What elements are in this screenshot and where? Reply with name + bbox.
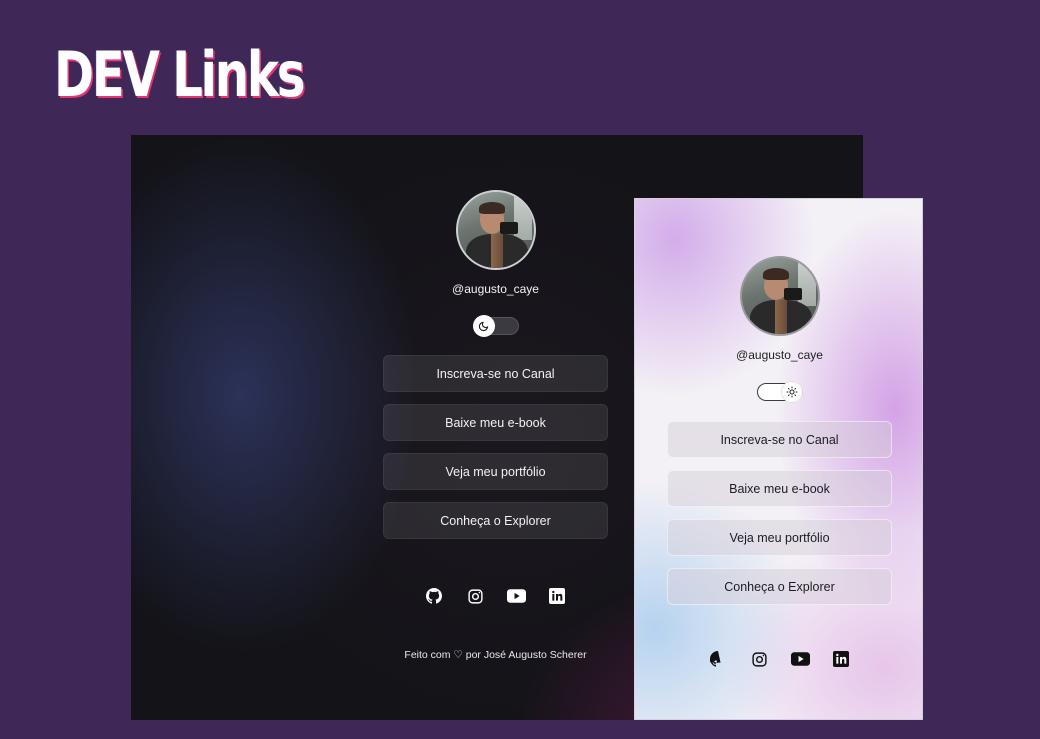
github-icon[interactable] [424, 586, 444, 606]
moon-icon [472, 315, 495, 337]
link-portfolio[interactable]: Veja meu portfólio [667, 519, 892, 556]
link-download-ebook[interactable]: Baixe meu e-book [383, 404, 608, 441]
avatar [455, 190, 536, 270]
avatar [739, 256, 820, 336]
page-title: DEV Links [54, 38, 305, 111]
instagram-icon[interactable] [465, 586, 485, 606]
link-subscribe-channel[interactable]: Inscreva-se no Canal [667, 421, 892, 458]
social-links [708, 649, 851, 669]
linkedin-icon[interactable] [831, 649, 851, 669]
link-list: Inscreva-se no Canal Baixe meu e-book Ve… [383, 355, 608, 539]
github-icon[interactable] [708, 649, 728, 669]
link-list: Inscreva-se no Canal Baixe meu e-book Ve… [667, 421, 892, 605]
theme-toggle[interactable] [472, 315, 519, 337]
linkedin-icon[interactable] [547, 586, 567, 606]
light-profile-column: @augusto_caye Inscreva-se no Canal Baixe… [667, 256, 892, 669]
youtube-icon[interactable] [790, 649, 810, 669]
link-subscribe-channel[interactable]: Inscreva-se no Canal [383, 355, 608, 392]
footer-credit: Feito com ♡ por José Augusto Scherer [404, 649, 587, 661]
instagram-icon[interactable] [749, 649, 769, 669]
link-download-ebook[interactable]: Baixe meu e-book [667, 470, 892, 507]
link-explorer[interactable]: Conheça o Explorer [383, 502, 608, 539]
link-explorer[interactable]: Conheça o Explorer [667, 568, 892, 605]
username: @augusto_caye [452, 282, 539, 296]
social-links [424, 586, 567, 606]
username: @augusto_caye [736, 348, 823, 362]
dark-profile-column: @augusto_caye Inscreva-se no Canal Baixe… [383, 190, 608, 661]
link-portfolio[interactable]: Veja meu portfólio [383, 453, 608, 490]
theme-toggle[interactable] [756, 381, 803, 403]
light-mode-preview: @augusto_caye Inscreva-se no Canal Baixe… [634, 198, 923, 720]
youtube-icon[interactable] [506, 586, 526, 606]
sun-icon [780, 381, 803, 403]
